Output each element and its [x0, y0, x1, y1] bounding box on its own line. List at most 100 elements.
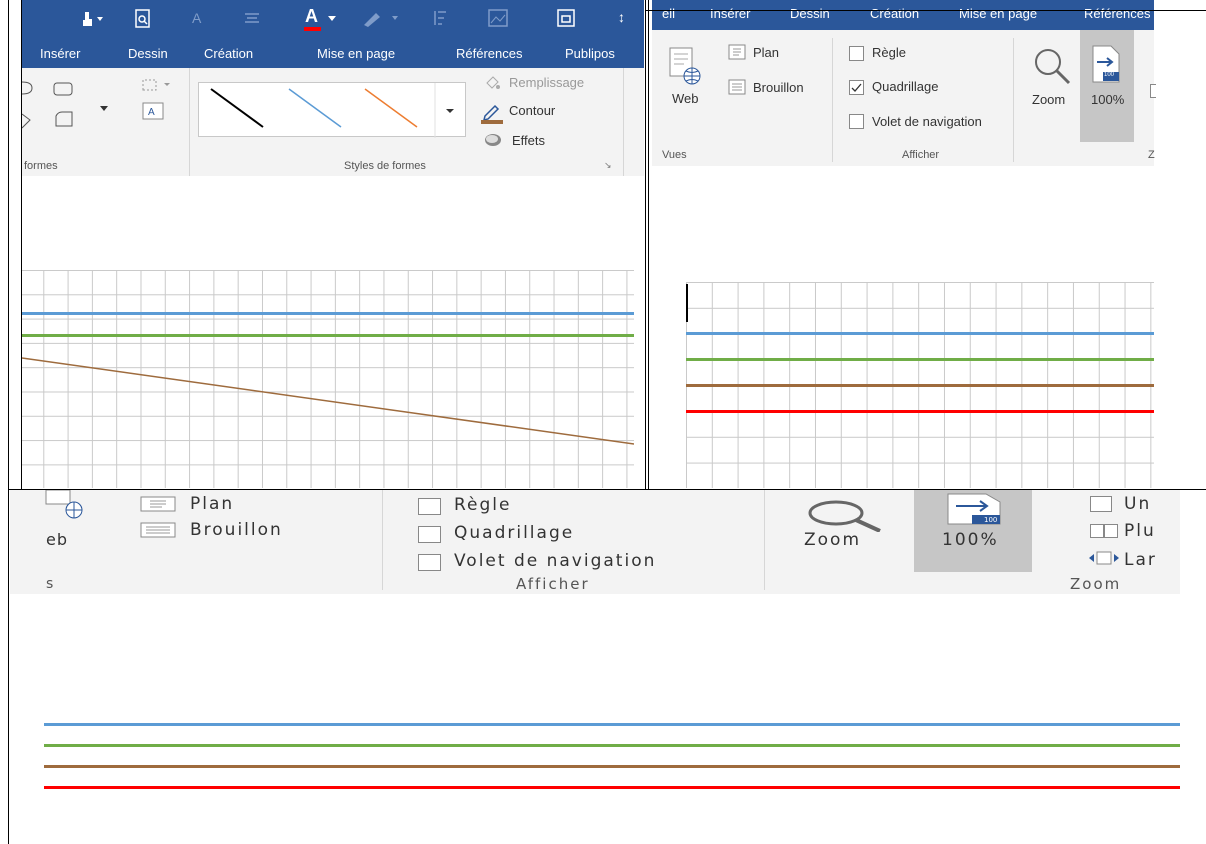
separator [764, 490, 765, 590]
one-page-icon[interactable] [1150, 84, 1156, 98]
page-width-icon[interactable] [1088, 550, 1120, 566]
svg-text:A: A [148, 107, 155, 118]
draft-view-icon[interactable] [140, 522, 176, 538]
tab-references[interactable]: Références [456, 46, 522, 61]
frame-border-middle [645, 0, 646, 490]
red-line [686, 410, 1154, 413]
tab-dessin[interactable]: Dessin [790, 6, 830, 21]
ribbon-body: A Remplissage Contour Effets formes Styl… [22, 68, 644, 176]
gridlines-label[interactable]: Quadrillage [872, 79, 939, 94]
ruler-label[interactable]: Règle [872, 45, 906, 60]
sort-icon[interactable] [432, 9, 448, 27]
separator [623, 68, 624, 176]
outline-view-label[interactable]: Plan [753, 45, 779, 60]
group-label-shape-styles: Styles de formes [344, 160, 426, 172]
zoom-100-button[interactable]: 100 100% [914, 490, 1032, 572]
one-page-icon[interactable] [1090, 496, 1112, 512]
zoom-icon[interactable] [804, 500, 886, 532]
gridlines-label[interactable]: Quadrillage [454, 523, 574, 543]
touch-mode-icon[interactable] [78, 10, 108, 28]
frame-border-middle [648, 0, 649, 490]
nav-pane-label[interactable]: Volet de navigation [872, 114, 982, 129]
effects-icon[interactable] [484, 132, 504, 148]
tab-mise-en-page[interactable]: Mise en page [317, 46, 395, 61]
shapes-gallery[interactable] [22, 78, 92, 138]
quick-access-toolbar: A A ↕ [22, 0, 644, 38]
outline-view-icon[interactable] [140, 496, 176, 512]
blue-line [44, 723, 1180, 726]
font-size-icon[interactable]: A [192, 10, 201, 26]
textbox-icon[interactable]: A [142, 102, 164, 120]
print-preview-icon[interactable] [134, 9, 152, 29]
web-layout-icon[interactable] [44, 490, 88, 524]
zoom-label[interactable]: Zoom [804, 530, 861, 550]
outline-view-label[interactable]: Plan [190, 494, 234, 514]
edit-shape-icon[interactable] [140, 76, 172, 94]
web-layout-icon[interactable] [668, 46, 702, 86]
separator [832, 38, 833, 162]
brown-diagonal-line [22, 357, 634, 445]
multiple-pages-icon[interactable] [1090, 524, 1118, 538]
more-icon[interactable]: ↕ [618, 9, 625, 25]
tab-inserer[interactable]: Insérer [40, 46, 80, 61]
blue-line [686, 332, 1154, 335]
gridlines-checkbox[interactable] [849, 80, 864, 95]
font-color-icon[interactable]: A [305, 6, 318, 27]
ruler-checkbox[interactable] [849, 46, 864, 61]
web-layout-label[interactable]: eb [46, 530, 68, 549]
tab-creation[interactable]: Création [870, 6, 919, 21]
zoom-100-label: 100% [942, 530, 999, 550]
tab-creation[interactable]: Création [204, 46, 253, 61]
tab-inserer[interactable]: Insérer [710, 6, 750, 21]
ruler-label[interactable]: Règle [454, 495, 511, 515]
shape-styles-gallery[interactable] [198, 82, 466, 138]
zoom-icon[interactable] [1032, 46, 1072, 86]
fill-label[interactable]: Remplissage [509, 75, 584, 90]
highlight-icon[interactable] [362, 9, 402, 29]
web-layout-label[interactable]: Web [672, 91, 699, 106]
tab-references[interactable]: Références [1084, 6, 1150, 21]
green-line [44, 744, 1180, 747]
draft-view-label[interactable]: Brouillon [190, 520, 283, 540]
group-label-show: Afficher [902, 149, 940, 161]
ribbon-body: Web Plan Brouillon Règle Quadrillage Vol… [652, 30, 1156, 166]
fill-icon[interactable] [483, 74, 501, 92]
nav-pane-label[interactable]: Volet de navigation [454, 551, 656, 571]
multiple-pages-label[interactable]: Plu [1124, 521, 1156, 541]
page-100-icon [1092, 45, 1120, 83]
align-icon[interactable] [244, 12, 260, 26]
red-line [44, 786, 1180, 789]
zoom-100-button[interactable]: 100 100% [1080, 30, 1134, 142]
tab-publipostage[interactable]: Publipos [565, 46, 615, 61]
panel-view-ribbon: ell Insérer Dessin Création Mise en page… [652, 0, 1206, 488]
draft-view-label[interactable]: Brouillon [753, 80, 804, 95]
tab-dessin[interactable]: Dessin [128, 46, 168, 61]
frame-border-horizontal [8, 489, 1206, 490]
gridlines-checkbox[interactable] [418, 526, 441, 543]
effects-label[interactable]: Effets [512, 133, 545, 148]
ruler-checkbox[interactable] [418, 498, 441, 515]
one-page-label[interactable]: Un [1124, 494, 1151, 514]
outline-label[interactable]: Contour [509, 103, 555, 118]
screen-icon[interactable] [556, 8, 576, 28]
tab-partial[interactable]: ell [662, 6, 675, 21]
group-label-show: Afficher [516, 575, 590, 593]
page-width-label[interactable]: Lar [1124, 550, 1157, 570]
frame-border-top [646, 10, 1206, 11]
group-label-zoom-partial: Z [1148, 149, 1155, 161]
zoom-label[interactable]: Zoom [1032, 92, 1065, 107]
nav-pane-checkbox[interactable] [418, 554, 441, 571]
nav-pane-checkbox[interactable] [849, 114, 864, 129]
tab-mise-en-page[interactable]: Mise en page [959, 6, 1037, 21]
dropdown-arrow-icon[interactable] [328, 16, 336, 21]
outline-icon[interactable] [481, 102, 503, 124]
zoom-100-label: 100% [1091, 92, 1125, 107]
group-label-zoom: Zoom [1070, 575, 1122, 593]
picture-icon[interactable] [488, 9, 508, 27]
gallery-more-icon[interactable] [100, 106, 108, 111]
draft-view-icon[interactable] [728, 79, 746, 95]
dialog-launcher-icon[interactable]: ↘ [604, 160, 612, 171]
outline-view-icon[interactable] [728, 44, 746, 60]
page-100-badge: 100 [1104, 72, 1115, 78]
group-label-views: s [46, 576, 54, 592]
